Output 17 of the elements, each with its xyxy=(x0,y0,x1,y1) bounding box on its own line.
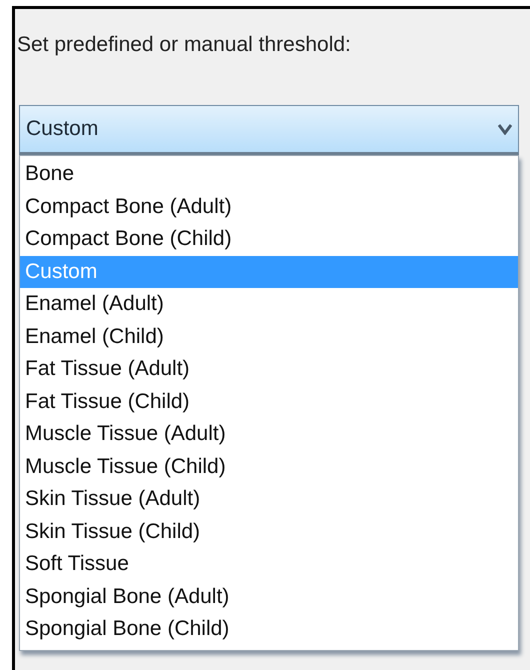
caret-icon xyxy=(498,123,512,135)
option-item[interactable]: Soft Tissue xyxy=(20,548,518,580)
option-item[interactable]: Enamel (Child) xyxy=(20,320,518,353)
option-item[interactable]: Enamel (Adult) xyxy=(20,288,518,320)
option-item[interactable]: Skin Tissue (Child) xyxy=(20,516,518,548)
option-item[interactable]: Spongial Bone (Child) xyxy=(20,613,518,646)
option-item[interactable]: Compact Bone (Child) xyxy=(20,223,518,256)
option-item[interactable]: Skin Tissue (Adult) xyxy=(20,483,518,516)
option-item[interactable]: Muscle Tissue (Adult) xyxy=(20,418,518,450)
threshold-dropdown[interactable]: Custom xyxy=(19,105,519,155)
threshold-label: Set predefined or manual threshold: xyxy=(17,33,352,58)
option-item[interactable]: Bone xyxy=(20,158,518,190)
option-item[interactable]: Spongial Bone (Adult) xyxy=(20,580,518,613)
option-item[interactable]: Fat Tissue (Child) xyxy=(20,386,518,418)
option-item[interactable]: Fat Tissue (Adult) xyxy=(20,353,518,386)
option-item[interactable]: Compact Bone (Adult) xyxy=(20,190,518,223)
option-item[interactable]: Muscle Tissue (Child) xyxy=(20,450,518,483)
